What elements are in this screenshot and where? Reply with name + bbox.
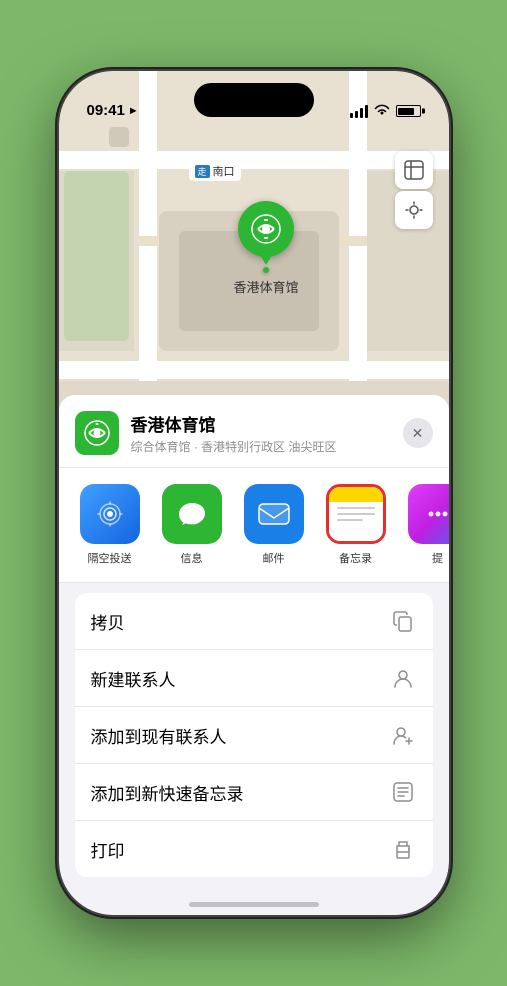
more-icon xyxy=(408,484,449,544)
share-actions-row: 隔空投送 信息 xyxy=(59,468,449,583)
home-indicator xyxy=(189,902,319,907)
note-icon xyxy=(389,778,417,806)
map-controls xyxy=(395,151,433,229)
location-pin[interactable]: 香港体育馆 xyxy=(234,201,299,296)
notes-icon xyxy=(326,484,386,544)
person-add-icon xyxy=(389,721,417,749)
more-label: 提 xyxy=(432,550,443,566)
mail-label: 邮件 xyxy=(263,550,285,566)
notes-label: 备忘录 xyxy=(339,550,372,566)
battery-icon xyxy=(396,105,421,117)
menu-item-add-contact-label: 添加到现有联系人 xyxy=(91,723,227,748)
share-action-more[interactable]: 提 xyxy=(403,484,449,566)
map-badge: 走 xyxy=(195,165,210,178)
map-label-text: 南口 xyxy=(213,163,235,179)
pin-icon xyxy=(238,201,294,257)
pin-label-text: 香港体育馆 xyxy=(234,277,299,296)
dynamic-island xyxy=(194,83,314,117)
airdrop-icon xyxy=(80,484,140,544)
menu-item-add-contact[interactable]: 添加到现有联系人 xyxy=(75,707,433,764)
airdrop-label: 隔空投送 xyxy=(88,550,132,566)
share-action-messages[interactable]: 信息 xyxy=(157,484,227,566)
sheet-header: 香港体育馆 综合体育馆 · 香港特别行政区 油尖旺区 ✕ xyxy=(59,395,449,468)
status-icons xyxy=(350,103,421,119)
venue-description: 综合体育馆 · 香港特别行政区 油尖旺区 xyxy=(131,438,391,455)
sheet-content: 拷贝 新建联系人 xyxy=(59,593,449,877)
messages-label: 信息 xyxy=(181,550,203,566)
copy-icon xyxy=(389,607,417,635)
venue-info: 香港体育馆 综合体育馆 · 香港特别行政区 油尖旺区 xyxy=(131,411,391,455)
menu-item-print-label: 打印 xyxy=(91,837,125,862)
bottom-sheet: 香港体育馆 综合体育馆 · 香港特别行政区 油尖旺区 ✕ xyxy=(59,395,449,915)
menu-list: 拷贝 新建联系人 xyxy=(75,593,433,877)
location-button[interactable] xyxy=(395,191,433,229)
signal-bars-icon xyxy=(350,105,368,118)
menu-item-new-contact[interactable]: 新建联系人 xyxy=(75,650,433,707)
venue-name: 香港体育馆 xyxy=(131,411,391,436)
menu-item-quick-note[interactable]: 添加到新快速备忘录 xyxy=(75,764,433,821)
close-button[interactable]: ✕ xyxy=(403,418,433,448)
mail-icon xyxy=(244,484,304,544)
menu-item-quick-note-label: 添加到新快速备忘录 xyxy=(91,780,244,805)
venue-icon xyxy=(75,411,119,455)
share-action-mail[interactable]: 邮件 xyxy=(239,484,309,566)
menu-item-copy[interactable]: 拷贝 xyxy=(75,593,433,650)
messages-icon xyxy=(162,484,222,544)
person-icon xyxy=(389,664,417,692)
menu-item-new-contact-label: 新建联系人 xyxy=(91,666,176,691)
map-entrance-label: 走 南口 xyxy=(189,161,241,181)
printer-icon xyxy=(389,835,417,863)
status-time: 09:41 ► xyxy=(87,102,139,119)
time-text: 09:41 xyxy=(87,102,125,119)
share-action-notes[interactable]: 备忘录 xyxy=(321,484,391,566)
menu-item-print[interactable]: 打印 xyxy=(75,821,433,877)
pin-dot xyxy=(263,267,269,273)
wifi-icon xyxy=(374,103,390,119)
map-type-button[interactable] xyxy=(395,151,433,189)
location-arrow-icon: ► xyxy=(128,105,139,117)
share-action-airdrop[interactable]: 隔空投送 xyxy=(75,484,145,566)
menu-item-copy-label: 拷贝 xyxy=(91,609,125,634)
